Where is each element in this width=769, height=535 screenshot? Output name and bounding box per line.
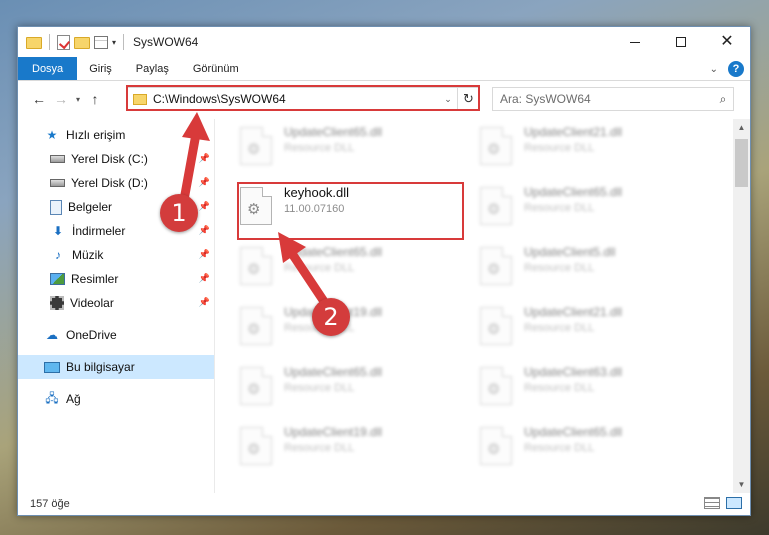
arrow-to-file — [278, 232, 328, 305]
step-1-badge: 1 — [160, 194, 198, 232]
step-2-badge: 2 — [312, 298, 350, 336]
arrow-to-address — [179, 112, 210, 205]
annotation-arrows — [179, 112, 328, 305]
